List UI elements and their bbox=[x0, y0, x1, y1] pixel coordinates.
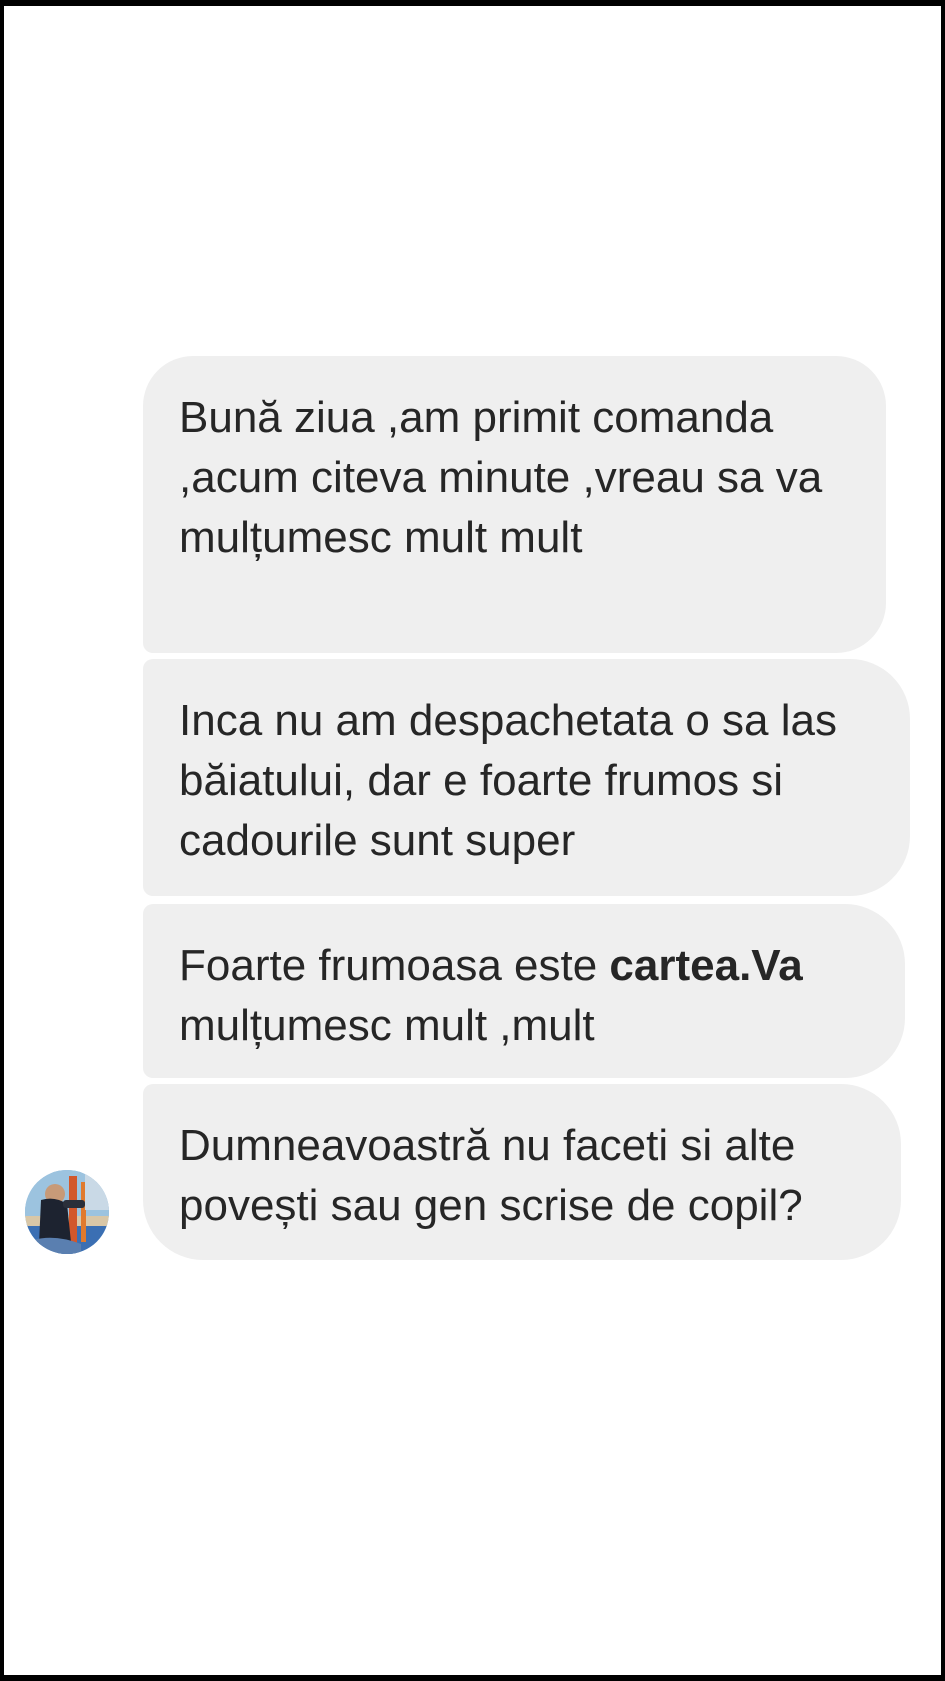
message-bubble[interactable]: Dumneavoastră nu faceti si alte povești … bbox=[143, 1084, 901, 1260]
message-text: Inca nu am despachetata o sa las băiatul… bbox=[179, 696, 837, 865]
message-text: Dumneavoastră nu faceti si alte povești … bbox=[179, 1121, 803, 1230]
user-avatar-photo-icon bbox=[25, 1170, 109, 1254]
message-bubble[interactable]: Bună ziua ,am primit comanda ,acum citev… bbox=[143, 356, 886, 653]
message-bubble[interactable]: Inca nu am despachetata o sa las băiatul… bbox=[143, 659, 910, 896]
message-text-start: Foarte frumoasa este bbox=[179, 941, 610, 990]
sender-avatar[interactable] bbox=[25, 1170, 109, 1254]
message-text-end: mulțumesc mult ,mult bbox=[179, 1001, 595, 1050]
message-bubble[interactable]: Foarte frumoasa este cartea.Va mulțumesc… bbox=[143, 904, 905, 1078]
chat-screen: Bună ziua ,am primit comanda ,acum citev… bbox=[4, 6, 941, 1675]
message-text-bold: cartea.Va bbox=[609, 941, 803, 990]
message-text: Bună ziua ,am primit comanda ,acum citev… bbox=[179, 393, 823, 562]
